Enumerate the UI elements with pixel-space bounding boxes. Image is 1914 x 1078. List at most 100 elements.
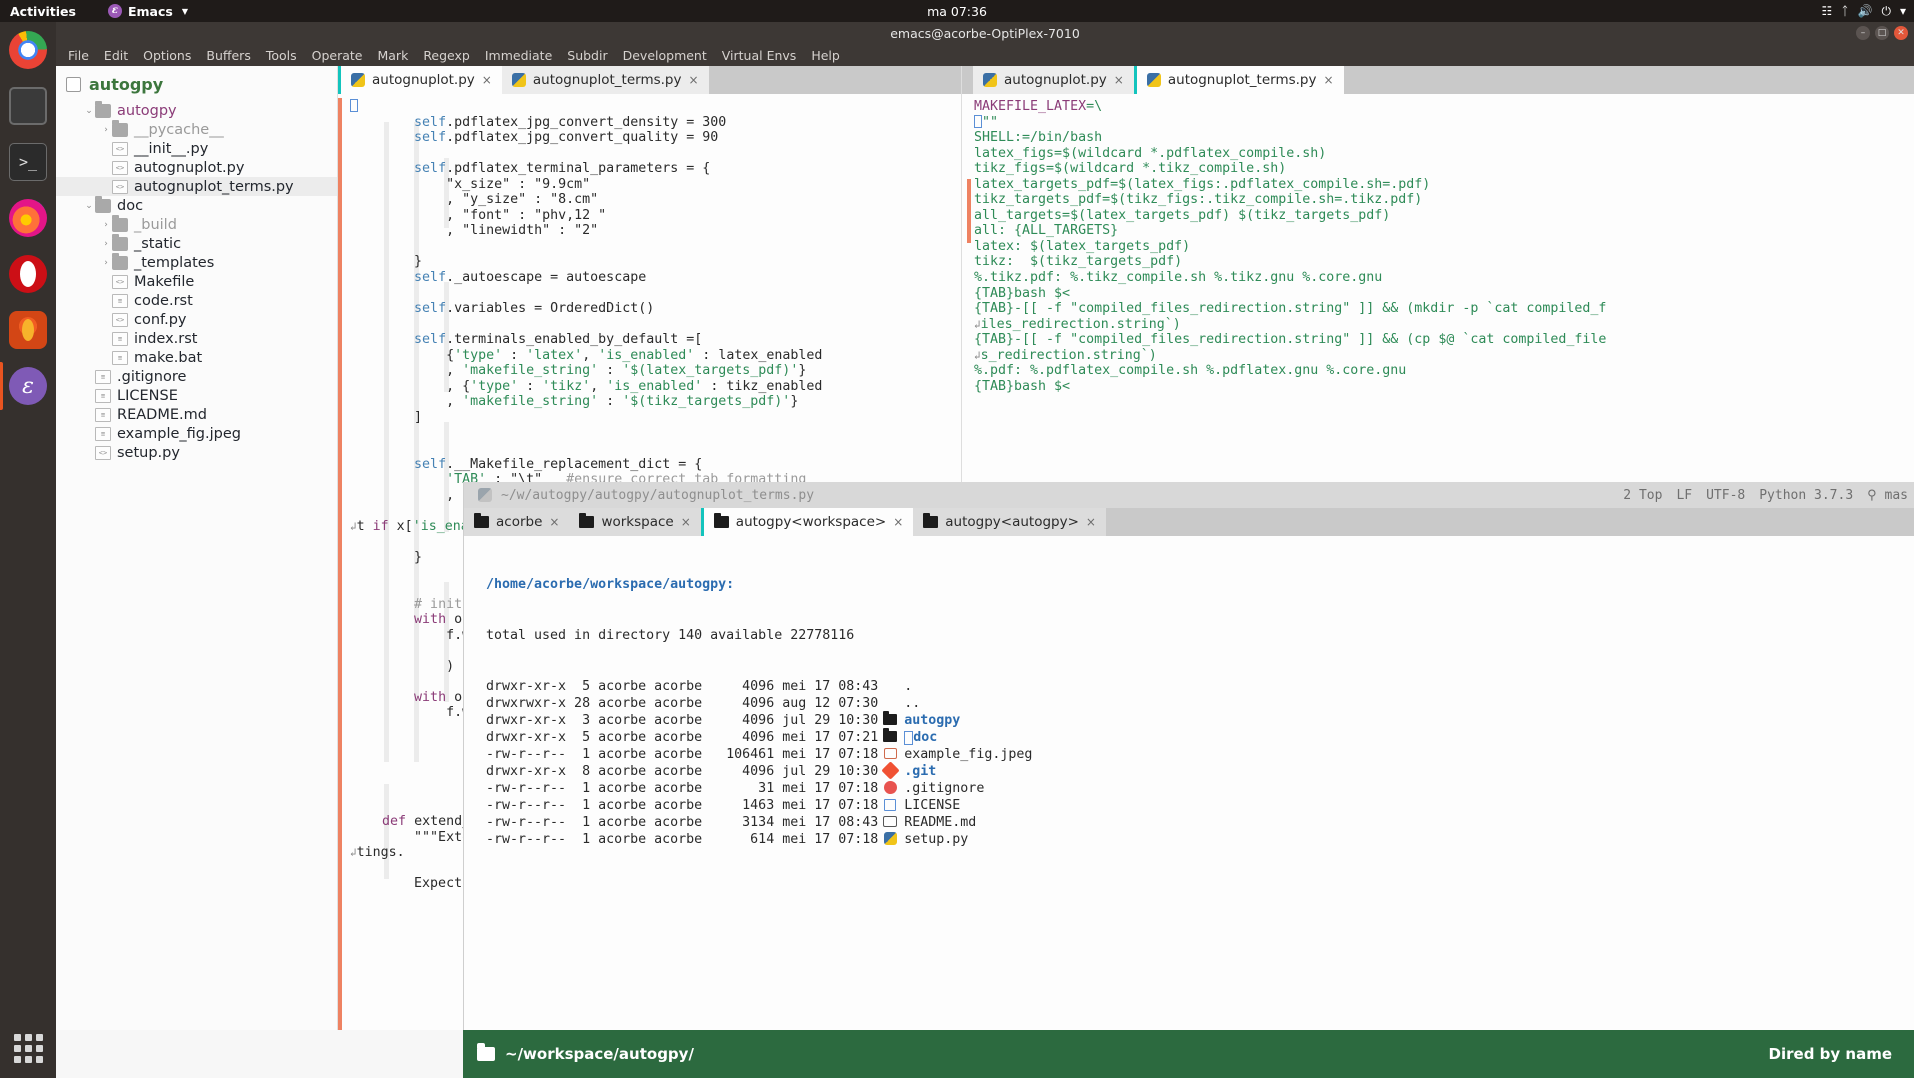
menu-subdir[interactable]: Subdir [567,48,607,63]
menu-operate[interactable]: Operate [312,48,363,63]
treemacs-item--static[interactable]: › _static [56,233,337,253]
menu-regexp[interactable]: Regexp [423,48,470,63]
treemacs-item--gitignore[interactable]: ≡ .gitignore [56,367,337,386]
bluetooth-icon[interactable]: ᛏ [1841,4,1848,18]
close-icon[interactable]: × [482,73,492,87]
treemacs-project-root[interactable]: autogpy [56,72,337,101]
folder-icon [112,252,128,270]
tab-autognuplot-py[interactable]: autognuplot.py × [341,66,502,94]
treemacs-item--init-py[interactable]: <> __init__.py [56,139,337,158]
chevron-down-icon[interactable]: ⌄ [83,106,95,116]
window-controls[interactable]: – □ ✕ [1856,26,1908,40]
dock-item-opera[interactable] [0,246,56,302]
treemacs-item-code-rst[interactable]: ≡ code.rst [56,291,337,310]
treemacs-item-license[interactable]: ≡ LICENSE [56,386,337,405]
treemacs-item-autognuplot-py[interactable]: <> autognuplot.py [56,158,337,177]
dired-row-name[interactable]: autogpy [904,712,960,729]
network-icon[interactable]: ☷ [1822,4,1833,18]
treemacs-item--build[interactable]: › _build [56,214,337,234]
menu-virtual-envs[interactable]: Virtual Envs [722,48,797,63]
chevron-down-icon[interactable]: ▾ [1900,4,1906,18]
treemacs-item-make-bat[interactable]: ≡ make.bat [56,348,337,367]
dired-listing[interactable]: /home/acorbe/workspace/autogpy: total us… [464,536,1914,882]
close-icon[interactable]: × [1324,73,1334,87]
treemacs-item--templates[interactable]: › _templates [56,252,337,272]
right-modeline-branch[interactable]: ⚲ mas [1867,488,1908,503]
dired-row[interactable]: -rw-r--r-- 1 acorbe acorbe 106461 mei 17… [486,746,1914,763]
dired-row[interactable]: drwxr-xr-x 3 acorbe acorbe 4096 jul 29 1… [486,711,1914,729]
dired-row[interactable]: -rw-r--r-- 1 acorbe acorbe 1463 mei 17 0… [486,797,1914,814]
dired-row-name[interactable]: doc [913,729,937,746]
treemacs-item-index-rst[interactable]: ≡ index.rst [56,329,337,348]
close-icon[interactable]: × [549,515,559,529]
close-icon[interactable]: × [689,73,699,87]
dired-row-name[interactable]: .git [904,763,936,780]
dired-row-name[interactable]: .. [904,695,920,712]
treemacs-item-readme-md[interactable]: ≡ README.md [56,405,337,424]
dock-item-emacs[interactable]: ε [0,358,56,414]
chevron-down-icon[interactable]: ⌄ [83,201,95,211]
tab-autognuplot-terms-py-right[interactable]: autognuplot_terms.py × [1136,66,1344,94]
dired-row-name[interactable]: setup.py [904,831,968,848]
dired-row[interactable]: drwxr-xr-x 5 acorbe acorbe 4096 mei 17 0… [486,678,1914,695]
dired-tab-workspace[interactable]: workspace × [569,508,700,536]
close-icon[interactable]: × [1114,73,1124,87]
dired-row-name[interactable]: README.md [904,814,976,831]
menu-buffers[interactable]: Buffers [206,48,250,63]
dired-row[interactable]: -rw-r--r-- 1 acorbe acorbe 614 mei 17 07… [486,831,1914,848]
dired-modeline-mode: Dired by name [1768,1045,1892,1063]
minimize-button[interactable]: – [1856,26,1870,40]
dired-row-name[interactable]: . [904,678,912,695]
dock-item-firefox[interactable] [0,190,56,246]
dired-row[interactable]: -rw-r--r-- 1 acorbe acorbe 31 mei 17 07:… [486,780,1914,797]
dired-row-name[interactable]: .gitignore [904,780,984,797]
treemacs-item-autogpy[interactable]: ⌄ autogpy [56,100,337,120]
chevron-right-icon[interactable]: › [100,258,112,268]
menu-tools[interactable]: Tools [266,48,297,63]
dired-row[interactable]: drwxr-xr-x 5 acorbe acorbe 4096 mei 17 0… [486,728,1914,746]
maximize-button[interactable]: □ [1875,26,1889,40]
tab-autognuplot-terms-py[interactable]: autognuplot_terms.py × [501,66,709,94]
treemacs-item-doc[interactable]: ⌄ doc [56,195,337,215]
dock-item-software[interactable] [0,302,56,358]
dired-tab-acorbe[interactable]: acorbe × [464,508,569,536]
show-applications-button[interactable] [0,1028,56,1068]
chevron-right-icon[interactable]: › [100,220,112,230]
dired-row-name[interactable]: LICENSE [904,797,960,814]
menu-help[interactable]: Help [811,48,840,63]
system-tray[interactable]: ☷ ᛏ 🔊 ⏻ ▾ [1822,4,1906,19]
treemacs-item-makefile[interactable]: <> Makefile [56,272,337,291]
menu-edit[interactable]: Edit [104,48,128,63]
close-icon[interactable]: × [681,515,691,529]
dired-tab-autogpy-workspace[interactable]: autogpy<workspace> × [703,508,914,536]
tab-autognuplot-py-right[interactable]: autognuplot.py × [973,66,1134,94]
menu-file[interactable]: File [68,48,89,63]
treemacs-item-label: conf.py [134,311,187,328]
dired-row-name[interactable]: example_fig.jpeg [904,746,1032,763]
menu-mark[interactable]: Mark [377,48,408,63]
treemacs-item-autognuplot-terms-py[interactable]: <> autognuplot_terms.py [56,177,337,196]
close-button[interactable]: ✕ [1894,26,1908,40]
clock[interactable]: ma 07:36 [0,4,1914,19]
chevron-right-icon[interactable]: › [100,125,112,135]
dired-row[interactable]: drwxr-xr-x 8 acorbe acorbe 4096 jul 29 1… [486,761,1914,780]
treemacs-item-setup-py[interactable]: <> setup.py [56,443,337,462]
menu-development[interactable]: Development [623,48,707,63]
dired-tab-autogpy-autogpy[interactable]: autogpy<autogpy> × [913,508,1106,536]
dock-item-chrome[interactable] [0,22,56,78]
close-icon[interactable]: × [893,515,903,529]
menu-immediate[interactable]: Immediate [485,48,552,63]
volume-icon[interactable]: 🔊 [1858,4,1873,18]
power-icon[interactable]: ⏻ [1881,4,1891,19]
dock-item-terminal[interactable]: >_ [0,134,56,190]
close-icon[interactable]: × [1086,515,1096,529]
dired-row[interactable]: drwxrwxr-x 28 acorbe acorbe 4096 aug 12 … [486,695,1914,712]
dired-row[interactable]: -rw-r--r-- 1 acorbe acorbe 3134 mei 17 0… [486,814,1914,831]
dock-item-files[interactable] [0,78,56,134]
chevron-right-icon[interactable]: › [100,239,112,249]
terminal-icon: >_ [9,143,47,181]
treemacs-item--pycache-[interactable]: › __pycache__ [56,119,337,139]
treemacs-item-example-fig-jpeg[interactable]: ≡ example_fig.jpeg [56,424,337,443]
menu-options[interactable]: Options [143,48,191,63]
treemacs-item-conf-py[interactable]: <> conf.py [56,310,337,329]
